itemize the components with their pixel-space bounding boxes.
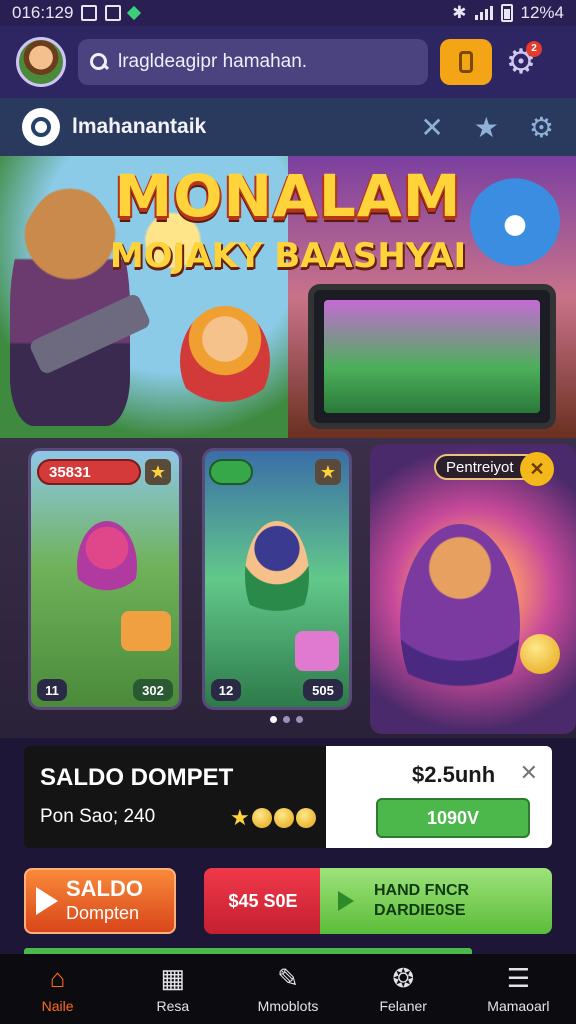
- brand-logo[interactable]: [22, 108, 60, 146]
- hero-sidekick: [180, 306, 270, 416]
- nav-mamaoarl[interactable]: ☰ Mamaoarl: [461, 954, 576, 1024]
- signal-icon: [474, 6, 493, 20]
- wallet-amount: $2.5unh: [412, 762, 496, 787]
- saldo-button[interactable]: SALDO Dompten: [24, 868, 176, 934]
- card-character: [400, 524, 520, 724]
- hero-tablet: [308, 284, 556, 429]
- status-bar: 016:129 ✱ 12%4: [0, 0, 576, 26]
- card-badge: 35831: [37, 459, 141, 485]
- coin-icon: [520, 634, 560, 674]
- search-icon: [31, 117, 51, 137]
- coin-row: ★: [230, 805, 316, 830]
- settings-button[interactable]: ⚙ 2: [504, 41, 542, 79]
- card-badge: [209, 459, 253, 485]
- star-icon[interactable]: ★: [145, 459, 171, 485]
- game-cards: 35831 ★ 11 302 ★ 12 505 Pentreiyot ✕: [0, 438, 576, 738]
- game-card[interactable]: 35831 ★ 11 302: [28, 448, 182, 710]
- price-button[interactable]: $45 S0E: [204, 868, 322, 934]
- nav-label: Mamaoarl: [487, 998, 550, 1014]
- wallet-panel: SALDO DOMPET Pon Sao; 240 ★ $2.5unh ✕ 10…: [24, 746, 552, 848]
- nav-label: Naile: [41, 998, 74, 1014]
- carousel-dots[interactable]: [270, 716, 303, 723]
- grid-icon: ▦: [160, 963, 186, 993]
- game-card[interactable]: Pentreiyot ✕: [370, 444, 576, 734]
- nav-label: Mmoblots: [257, 998, 319, 1014]
- medal-icon: ❂: [392, 963, 415, 993]
- card-item: [295, 631, 339, 671]
- wallet-title: SALDO DOMPET: [40, 764, 234, 791]
- status-time: 016:129: [12, 3, 74, 22]
- search-placeholder: lragldeagipr hamahan.: [118, 51, 308, 72]
- top-header: lragldeagipr hamahan. ⚙ 2: [0, 26, 576, 98]
- gear-icon[interactable]: ⚙: [529, 111, 554, 144]
- hero-banner[interactable]: MONALAM MOJAKY BAASHYAI: [0, 156, 576, 438]
- topup-button[interactable]: 1090V: [376, 798, 530, 838]
- search-input[interactable]: lragldeagipr hamahan.: [78, 39, 428, 85]
- saldo-button-sub: Dompten: [66, 903, 140, 923]
- notification-badge: 2: [526, 41, 542, 57]
- app-notification-icon: [127, 5, 142, 21]
- bottom-nav: ⌂ Naile ▦ Resa ✎ Mmoblots ❂ Felaner ☰ Ma…: [0, 954, 576, 1024]
- card-character: [245, 521, 309, 631]
- hero-subtitle: MOJAKY BAASHYAI: [109, 236, 467, 276]
- wallet-subtitle: Pon Sao; 240: [40, 806, 156, 827]
- avatar[interactable]: [16, 37, 66, 87]
- nav-resa[interactable]: ▦ Resa: [115, 954, 230, 1024]
- home-icon: ⌂: [49, 963, 66, 993]
- wallet-button[interactable]: [440, 39, 492, 85]
- brand-name: lmahanantaik: [72, 115, 207, 138]
- coin-icon: [273, 808, 294, 828]
- brand-bar: lmahanantaik ✕ ★ ⚙: [0, 98, 576, 156]
- card-left-label: 12: [211, 679, 241, 701]
- nav-label: Resa: [156, 998, 190, 1014]
- notification-icon: [81, 5, 98, 21]
- bluetooth-icon: ✱: [452, 3, 467, 22]
- play-button-line1: HAND FNCR: [374, 882, 470, 899]
- brush-icon: ✎: [277, 963, 299, 993]
- coin-icon: [251, 808, 272, 828]
- nav-home[interactable]: ⌂ Naile: [0, 954, 115, 1024]
- star-icon: ★: [230, 805, 250, 830]
- search-icon: [90, 53, 108, 71]
- shuffle-icon[interactable]: ✕: [420, 111, 443, 144]
- star-icon[interactable]: ★: [474, 111, 499, 144]
- close-icon[interactable]: ✕: [520, 760, 538, 786]
- nav-mmoblots[interactable]: ✎ Mmoblots: [230, 954, 345, 1024]
- nav-label: Felaner: [379, 998, 427, 1014]
- coin-icon: [459, 51, 473, 73]
- coin-icon: [295, 808, 316, 828]
- card-item: [121, 611, 171, 651]
- star-icon[interactable]: ★: [315, 459, 341, 485]
- card-character: [77, 521, 137, 611]
- battery-percent: 12%4: [520, 3, 564, 22]
- play-button[interactable]: HAND FNCR DARDIE0SE: [320, 868, 552, 934]
- game-card[interactable]: ★ 12 505: [202, 448, 352, 710]
- app-screen: 016:129 ✱ 12%4 lragldeagipr hamahan. ⚙ 2…: [0, 0, 576, 1024]
- play-button-line2: DARDIE0SE: [374, 902, 466, 919]
- card-right-label: 302: [133, 679, 173, 701]
- battery-icon: [500, 4, 513, 22]
- play-icon: [36, 887, 58, 915]
- nav-felaner[interactable]: ❂ Felaner: [346, 954, 461, 1024]
- play-icon: [338, 891, 354, 911]
- saldo-button-title: SALDO: [66, 876, 143, 901]
- card-right-label: 505: [303, 679, 343, 701]
- close-icon[interactable]: ✕: [520, 452, 554, 486]
- card-left-label: 11: [37, 679, 67, 701]
- book-icon: ☰: [506, 963, 531, 993]
- hero-title: MONALAM: [114, 162, 462, 230]
- image-icon: [105, 5, 122, 21]
